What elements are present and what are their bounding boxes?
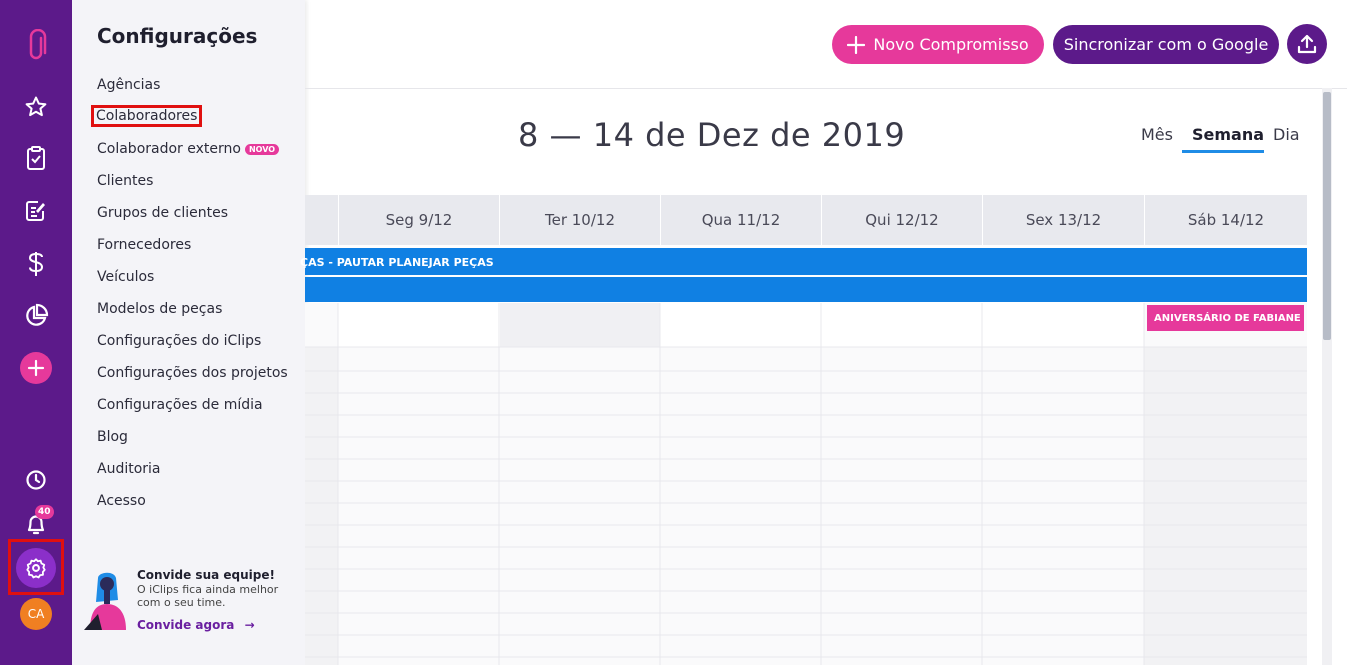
active-view-underline [1182,150,1264,153]
menu-item-configuracoes-iclips[interactable]: Configurações do iClips [97,333,261,349]
scrollbar-thumb[interactable] [1323,92,1331,340]
menu-item-acesso[interactable]: Acesso [97,493,146,509]
person-illustration-icon [84,570,132,630]
day-header-qua[interactable]: Qua 11/12 [660,195,821,245]
new-appointment-label: Novo Compromisso [873,35,1029,54]
birthday-event[interactable]: ANIVERSÁRIO DE FABIANE M [1147,305,1304,331]
plus-icon [847,35,866,54]
day-header-sex[interactable]: Sex 13/12 [982,195,1144,245]
header-divider [305,88,1347,89]
day-header-ter[interactable]: Ter 10/12 [499,195,660,245]
menu-item-agencias[interactable]: Agências [97,77,160,93]
menu-item-modelos-de-pecas[interactable]: Modelos de peças [97,301,222,317]
calendar-grid [305,303,1307,665]
notification-badge: 40 [35,505,54,519]
star-icon[interactable] [0,94,72,120]
add-icon[interactable] [20,352,52,384]
menu-item-auditoria[interactable]: Auditoria [97,461,161,477]
event-bar-second[interactable] [305,277,1307,302]
arrow-right-icon: → [244,618,255,632]
menu-item-blog[interactable]: Blog [97,429,128,445]
upload-icon[interactable] [1287,24,1327,64]
pie-chart-icon[interactable] [0,302,72,330]
clock-icon[interactable] [0,467,72,493]
menu-item-veiculos[interactable]: Veículos [97,269,154,285]
day-header-qui[interactable]: Qui 12/12 [821,195,982,245]
menu-item-colaborador-externo[interactable]: Colaborador externo NOVO [97,141,280,157]
tab-mes[interactable]: Mês [1141,125,1173,144]
event-label-pautar: ÇAS - PAUTAR PLANEJAR PEÇAS [300,256,494,269]
settings-panel: Configurações Agências Colaboradores Col… [72,0,305,665]
new-badge: NOVO [244,143,280,155]
new-appointment-button[interactable]: Novo Compromisso [832,25,1044,64]
menu-item-grupos-de-clientes[interactable]: Grupos de clientes [97,205,228,221]
invite-link-label: Convide agora [137,618,235,632]
menu-item-colaboradores[interactable]: Colaboradores [90,105,203,127]
invite-text: O iClips fica ainda melhor com o seu tim… [137,583,279,609]
invite-card: Convide sua equipe! O iClips fica ainda … [84,565,299,635]
icon-rail: 40 CA [0,0,72,665]
dollar-icon[interactable] [0,250,72,278]
invite-link[interactable]: Convide agora → [137,618,255,632]
menu-item-configuracoes-midia[interactable]: Configurações de mídia [97,397,263,413]
date-range-title: 8 — 14 de Dez de 2019 [518,116,906,154]
avatar[interactable]: CA [20,598,52,630]
day-header-seg[interactable]: Seg 9/12 [338,195,499,245]
panel-title: Configurações [97,24,258,48]
sync-google-button[interactable]: Sincronizar com o Google [1053,25,1279,64]
menu-item-fornecedores[interactable]: Fornecedores [97,237,191,253]
paperclip-logo-icon[interactable] [0,28,72,64]
menu-item-label: Colaborador externo [97,141,241,157]
tab-dia[interactable]: Dia [1273,125,1300,144]
edit-document-icon[interactable] [0,198,72,224]
settings-highlight-box [8,539,64,595]
clipboard-check-icon[interactable] [0,145,72,171]
menu-item-configuracoes-projetos[interactable]: Configurações dos projetos [97,365,288,381]
invite-title: Convide sua equipe! [137,568,275,582]
day-header-sab[interactable]: Sáb 14/12 [1144,195,1307,245]
menu-item-clientes[interactable]: Clientes [97,173,153,189]
tab-semana[interactable]: Semana [1192,125,1264,144]
